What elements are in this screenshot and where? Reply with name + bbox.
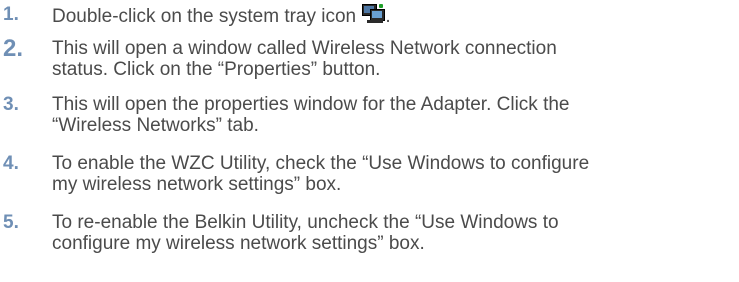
instruction-document: 1. Double-click on the system tray icon … — [0, 0, 739, 282]
step-text: Double-click on the system tray icon . — [52, 4, 736, 27]
network-connection-icon — [362, 4, 386, 24]
step-text-line: my wireless network settings” box. — [52, 174, 342, 195]
step-text-line: To enable the WZC Utility, check the “Us… — [52, 153, 590, 174]
step-text-before-icon: Double-click on the system tray icon — [52, 6, 357, 27]
step-text-after-icon: . — [385, 6, 391, 27]
step-number: 3. — [3, 94, 19, 115]
step-text-line: This will open a window called Wireless … — [52, 38, 557, 59]
step-text-line: To re-enable the Belkin Utility, uncheck… — [52, 212, 559, 233]
step-text: To re-enable the Belkin Utility, uncheck… — [52, 212, 736, 254]
step-text-line: status. Click on the “Properties” button… — [52, 59, 381, 80]
step-text-line: “Wireless Networks” tab. — [52, 115, 259, 136]
step-text: This will open the properties window for… — [52, 94, 736, 136]
step-number: 5. — [3, 212, 19, 233]
step-number: 2. — [3, 35, 24, 62]
step-text-line: configure my wireless network settings” … — [52, 233, 425, 254]
step-number: 1. — [3, 4, 19, 25]
step-number: 4. — [3, 153, 19, 174]
step-text: To enable the WZC Utility, check the “Us… — [52, 153, 736, 195]
step-text: This will open a window called Wireless … — [52, 38, 736, 80]
step-text-line: This will open the properties window for… — [52, 94, 570, 115]
